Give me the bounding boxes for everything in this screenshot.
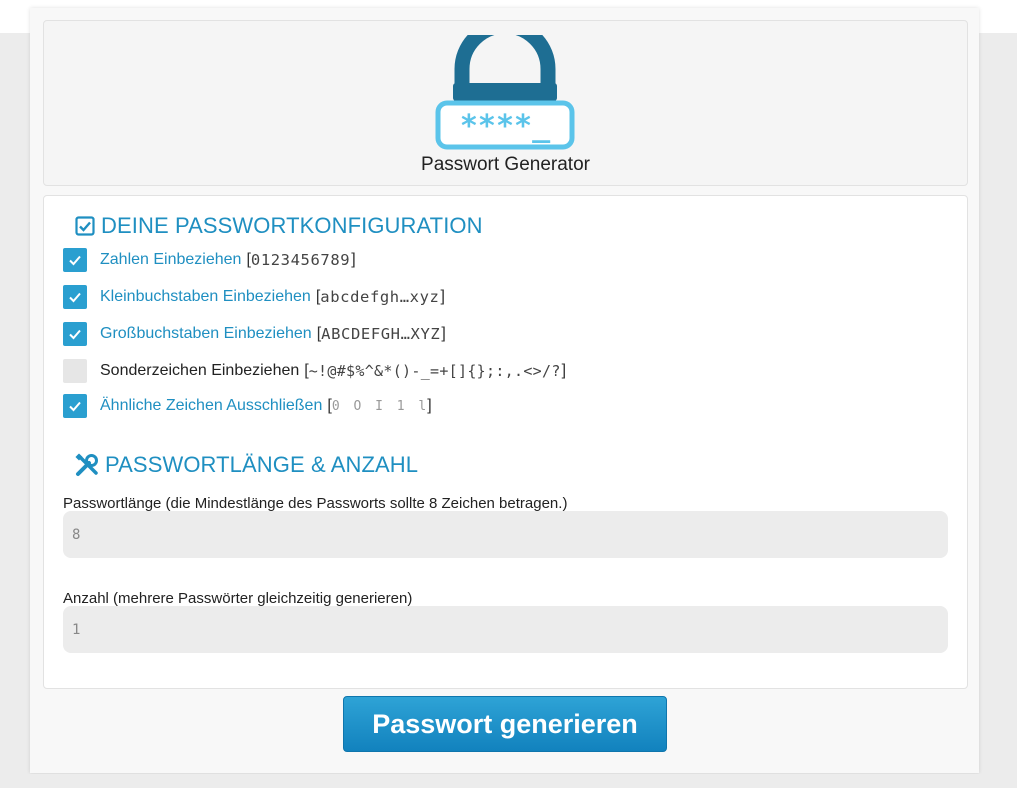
count-field-label: Anzahl (mehrere Passwörter gleichzeitig … xyxy=(63,590,413,607)
option-symbols-label[interactable]: Sonderzeichen Einbeziehen xyxy=(100,362,299,380)
option-numbers-label[interactable]: Zahlen Einbeziehen xyxy=(100,251,241,269)
config-card: DEINE PASSWORTKONFIGURATION Zahlen Einbe… xyxy=(43,195,968,689)
tools-icon xyxy=(75,453,99,477)
option-uppercase-label[interactable]: Großbuchstaben Einbeziehen xyxy=(100,325,312,343)
option-lowercase-chars: abcdefgh…xyz xyxy=(320,288,440,306)
check-icon xyxy=(69,329,81,340)
option-lowercase-checkbox[interactable] xyxy=(63,285,87,309)
option-uppercase[interactable]: Großbuchstaben Einbeziehen [ ABCDEFGH…XY… xyxy=(63,321,446,347)
length-field-label: Passwortlänge (die Mindestlänge des Pass… xyxy=(63,495,568,512)
option-numbers-close: ] xyxy=(351,251,356,268)
config-section-title: DEINE PASSWORTKONFIGURATION xyxy=(75,213,483,239)
option-numbers-chars: 0123456789 xyxy=(250,251,351,269)
page-footer-strip xyxy=(0,774,1017,788)
option-symbols-checkbox[interactable] xyxy=(63,359,87,383)
check-icon xyxy=(69,292,81,303)
option-numbers-checkbox[interactable] xyxy=(63,248,87,272)
option-exclude-similar-chars: 0 O I 1 l xyxy=(331,398,430,414)
length-input[interactable] xyxy=(63,511,948,558)
option-uppercase-close: ] xyxy=(441,325,446,342)
header-card: ****_ Passwort Generator xyxy=(43,20,968,186)
option-exclude-similar-label[interactable]: Ähnliche Zeichen Ausschließen xyxy=(100,397,322,415)
option-exclude-similar-checkbox[interactable] xyxy=(63,394,87,418)
config-title-text: DEINE PASSWORTKONFIGURATION xyxy=(101,213,483,238)
option-uppercase-checkbox[interactable] xyxy=(63,322,87,346)
length-title-text: PASSWORTLÄNGE & ANZAHL xyxy=(105,452,419,477)
option-symbols[interactable]: Sonderzeichen Einbeziehen [ ~!@#$%^&*()-… xyxy=(63,358,566,384)
length-section-title: PASSWORTLÄNGE & ANZAHL xyxy=(75,452,418,478)
option-symbols-chars: ~!@#$%^&*()-_=+[]{};:,.<>/? xyxy=(308,362,561,380)
option-exclude-similar[interactable]: Ähnliche Zeichen Ausschließen [ 0 O I 1 … xyxy=(63,393,432,419)
option-lowercase-close: ] xyxy=(440,288,445,305)
option-uppercase-chars: ABCDEFGH…XYZ xyxy=(321,325,441,343)
check-icon xyxy=(69,401,81,412)
app-title: Passwort Generator xyxy=(421,154,590,175)
option-symbols-close: ] xyxy=(561,362,567,379)
check-icon xyxy=(69,255,81,266)
generator-panel: ****_ Passwort Generator DEINE PASSWORTK… xyxy=(30,8,979,773)
count-input[interactable] xyxy=(63,606,948,653)
option-numbers[interactable]: Zahlen Einbeziehen [ 0123456789 ] xyxy=(63,247,356,273)
checkbox-square-icon xyxy=(75,216,95,236)
option-exclude-similar-close: ] xyxy=(427,397,432,414)
padlock-password-icon: ****_ xyxy=(435,35,575,150)
logo-mask-text: ****_ xyxy=(460,109,551,144)
option-lowercase[interactable]: Kleinbuchstaben Einbeziehen [ abcdefgh…x… xyxy=(63,284,445,310)
generate-password-button[interactable]: Passwort generieren xyxy=(343,696,667,752)
option-lowercase-label[interactable]: Kleinbuchstaben Einbeziehen xyxy=(100,288,311,306)
